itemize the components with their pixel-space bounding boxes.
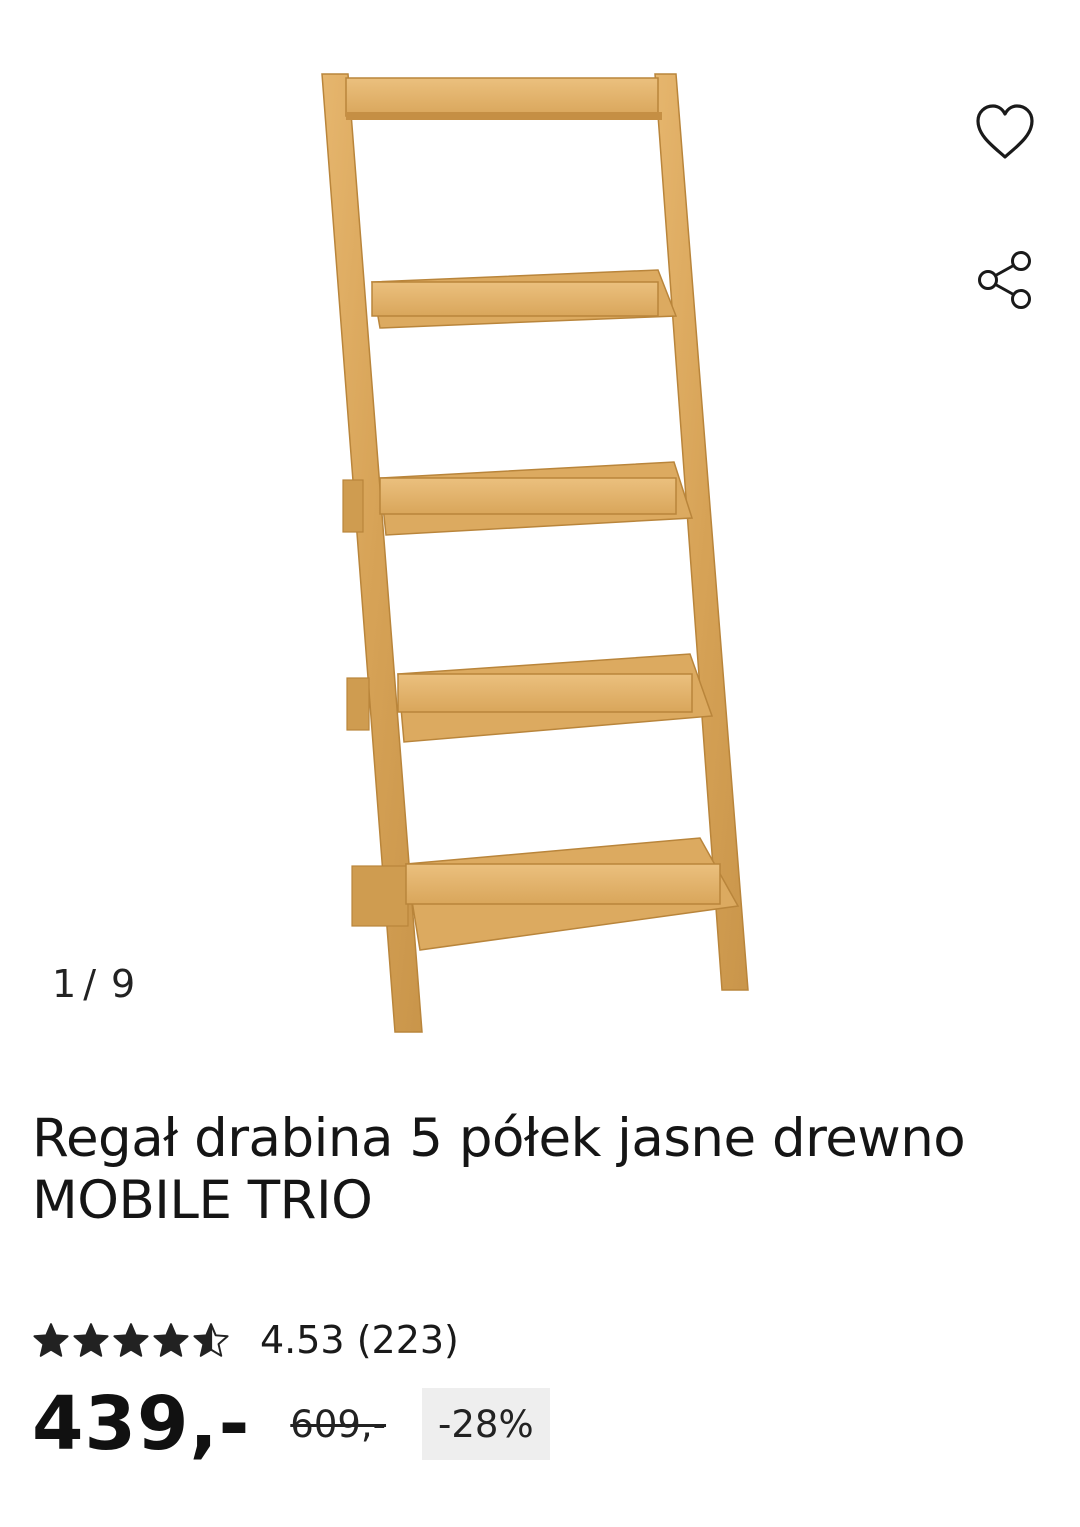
rating-summary: 4.53 (223) (260, 1318, 459, 1362)
rating-stars (32, 1322, 230, 1358)
price-row: 439,- 609,- -28% (32, 1381, 550, 1467)
star-icon (33, 1323, 69, 1357)
share-icon (978, 251, 1031, 309)
heart-outline-icon (976, 104, 1034, 159)
image-counter: 1/ 9 (52, 962, 136, 1006)
counter-current: 1 (52, 962, 78, 1006)
product-gallery[interactable]: 1/ 9 (0, 0, 1080, 1070)
discount-badge: -28% (422, 1388, 550, 1460)
favorite-button[interactable] (965, 92, 1045, 172)
counter-separator: / (83, 962, 97, 1006)
star-icon (113, 1323, 149, 1357)
product-title: Regał drabina 5 półek jasne drewno MOBIL… (32, 1108, 966, 1231)
old-price: 609,- (290, 1402, 387, 1446)
counter-total: 9 (111, 962, 137, 1006)
star-icon (193, 1323, 229, 1357)
product-image[interactable] (300, 60, 770, 1040)
product-rating[interactable]: 4.53 (223) (32, 1310, 459, 1370)
star-icon (153, 1323, 189, 1357)
share-button[interactable] (965, 240, 1045, 320)
star-icon (73, 1323, 109, 1357)
current-price: 439,- (32, 1381, 251, 1467)
